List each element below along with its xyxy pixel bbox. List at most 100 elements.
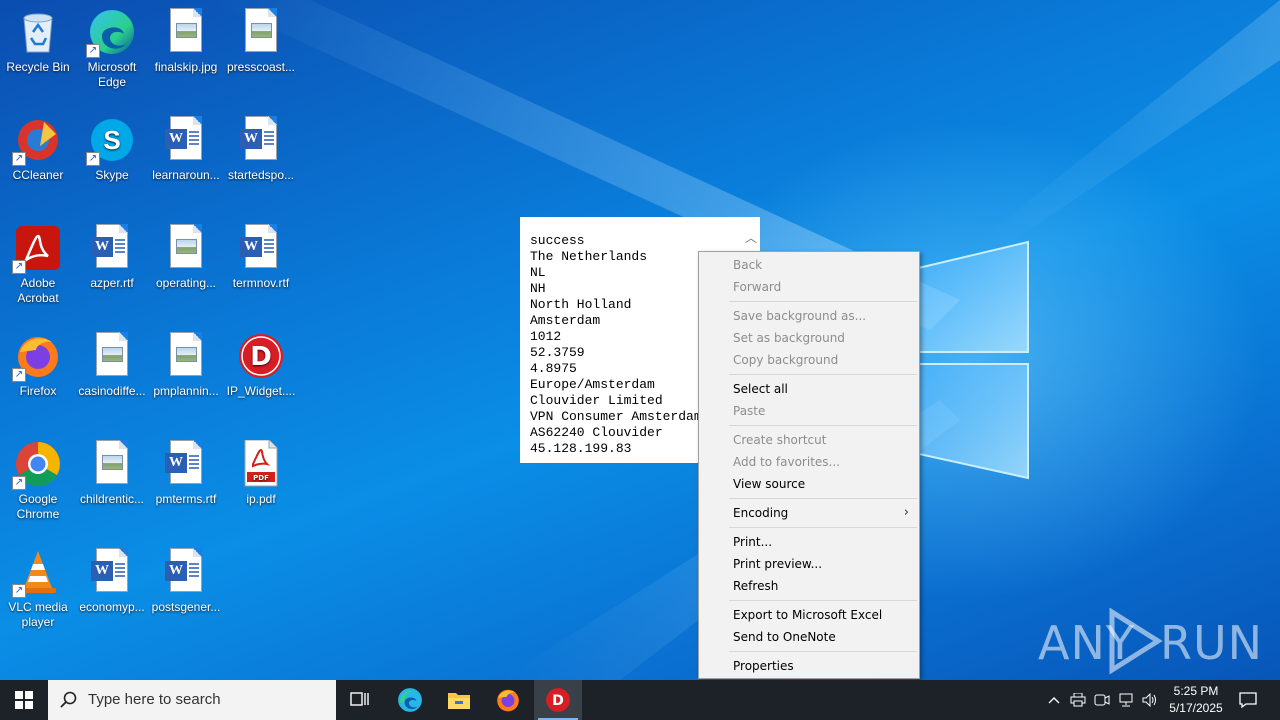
desktop-icon-azper-rtf[interactable]: W azper.rtf [74,218,150,324]
desktop-icon-google-chrome[interactable]: ↗ Google Chrome [0,434,76,540]
tray-printer[interactable] [1066,680,1090,720]
response-line: Europe/Amsterdam [530,377,655,392]
response-line: The Netherlands [530,249,648,264]
menu-item-set-as-background[interactable]: Set as background [699,327,919,349]
desktop-icon-childrentic[interactable]: childrentic... [74,434,150,540]
menu-item-forward[interactable]: Forward [699,276,919,298]
word-doc-icon: W [165,440,202,484]
image-file-icon [170,224,202,268]
menu-item-print[interactable]: Print... [699,531,919,553]
desktop-icon-economyp[interactable]: W economyp... [74,542,150,648]
menu-separator [729,374,917,375]
ip-widget-icon: D [546,688,570,712]
menu-item-paste[interactable]: Paste [699,400,919,422]
taskbar: Type here to search D 5:25 PM 5/17/2025 [0,680,1280,720]
tray-network[interactable] [1114,680,1138,720]
response-line: NL [530,265,546,280]
desktop-icon-learnaroun[interactable]: W learnaroun... [148,110,224,216]
svg-text:D: D [552,693,564,709]
tray-meet-now[interactable] [1090,680,1114,720]
word-doc-icon: W [91,224,128,268]
word-doc-icon: W [91,548,128,592]
taskbar-clock[interactable]: 5:25 PM 5/17/2025 [1160,683,1232,717]
menu-item-send-to-onenote[interactable]: Send to OneNote [699,626,919,648]
taskbar-edge[interactable] [386,680,434,720]
svg-text:PDF: PDF [253,474,269,482]
desktop-icon-pmterms[interactable]: W pmterms.rtf [148,434,224,540]
desktop-icon-recycle-bin[interactable]: Recycle Bin [0,2,76,108]
desktop-icon-pmplannin[interactable]: pmplannin... [148,326,224,432]
taskbar-firefox[interactable] [484,680,532,720]
desktop-icon-ccleaner[interactable]: ↗ CCleaner [0,110,76,216]
desktop-icon-casinodiffe[interactable]: casinodiffe... [74,326,150,432]
menu-item-export-to-microsoft-excel[interactable]: Export to Microsoft Excel [699,604,919,626]
menu-item-properties[interactable]: Properties [699,655,919,677]
task-view-button[interactable] [336,680,384,720]
desktop-icon-label: learnaroun... [152,168,220,182]
desktop-icon-termnov[interactable]: W termnov.rtf [223,218,299,324]
start-button[interactable] [0,680,48,720]
desktop-icon-label: Microsoft Edge [87,60,137,89]
desktop-icon-skype[interactable]: S ↗ Skype [74,110,150,216]
desktop-icon-microsoft-edge[interactable]: ↗ Microsoft Edge [74,2,150,108]
desktop-icon-label: startedspo... [227,168,295,182]
windows-start-icon [15,691,33,709]
watermark-right-text: RUN [1160,616,1264,670]
menu-separator [729,651,917,652]
menu-item-label: Properties [733,659,794,673]
anyrun-watermark: ANY RUN [1038,606,1262,676]
chevron-right-icon: › [903,505,909,520]
desktop-icon-firefox[interactable]: ↗ Firefox [0,326,76,432]
menu-item-refresh[interactable]: Refresh [699,575,919,597]
menu-item-label: Encoding [733,506,789,520]
firefox-icon [497,689,519,712]
menu-separator [729,301,917,302]
clock-date: 5/17/2025 [1169,701,1223,715]
desktop-icon-ip-pdf[interactable]: PDF ip.pdf [223,434,299,540]
menu-item-copy-background[interactable]: Copy background [699,349,919,371]
edge-icon [398,688,422,712]
desktop-icon-label: VLC media player [8,600,68,629]
desktop-icon-label: pmplannin... [153,384,219,398]
action-center-button[interactable] [1234,680,1262,720]
desktop-icon-label: presscoast... [226,60,296,74]
menu-item-print-preview[interactable]: Print preview... [699,553,919,575]
desktop-icon-ip-widget[interactable]: D IP_Widget.... [223,326,299,432]
response-line: North Holland [530,297,632,312]
menu-item-select-all[interactable]: Select all [699,378,919,400]
show-hidden-icons-button[interactable] [1042,680,1066,720]
desktop-icon-postsgener[interactable]: W postsgener... [148,542,224,648]
taskbar-file-explorer[interactable] [435,680,483,720]
response-line: 1012 [530,329,562,344]
desktop-icon-vlc[interactable]: ↗ VLC media player [0,542,76,648]
menu-item-add-to-favorites[interactable]: Add to favorites... [699,451,919,473]
chevron-up-icon[interactable]: ︿ [744,229,758,245]
menu-separator [729,600,917,601]
network-icon [1119,693,1133,707]
image-file-icon [96,440,128,484]
desktop-icon-label: childrentic... [79,492,145,506]
taskbar-search-box[interactable]: Type here to search [48,680,336,720]
menu-separator [729,498,917,499]
desktop-icon-startedspo[interactable]: W startedspo... [223,110,299,216]
word-doc-icon: W [165,548,202,592]
menu-item-create-shortcut[interactable]: Create shortcut [699,429,919,451]
desktop-icon-operating[interactable]: operating... [148,218,224,324]
menu-item-label: Paste [733,404,766,418]
desktop[interactable]: Recycle Bin ↗ CCleaner ↗ Adobe Acrobat ↗… [0,0,1280,680]
menu-item-encoding[interactable]: Encoding › [699,502,919,524]
menu-item-back[interactable]: Back [699,254,919,276]
response-line: Amsterdam [530,313,601,328]
meet-now-icon [1094,694,1110,706]
taskbar-ip-widget[interactable]: D [534,680,582,720]
desktop-icon-presscoast[interactable]: presscoast... [223,2,299,108]
menu-item-view-source[interactable]: View source [699,473,919,495]
menu-item-save-background-as[interactable]: Save background as... [699,305,919,327]
desktop-icon-label: termnov.rtf [232,276,290,290]
response-line: success [530,233,585,248]
tray-volume[interactable] [1138,680,1162,720]
shortcut-arrow-icon: ↗ [12,368,26,382]
desktop-icon-finalskip[interactable]: finalskip.jpg [148,2,224,108]
desktop-icon-adobe-acrobat[interactable]: ↗ Adobe Acrobat [0,218,76,324]
response-text: success The Netherlands NL NH North Holland A… [530,233,702,457]
